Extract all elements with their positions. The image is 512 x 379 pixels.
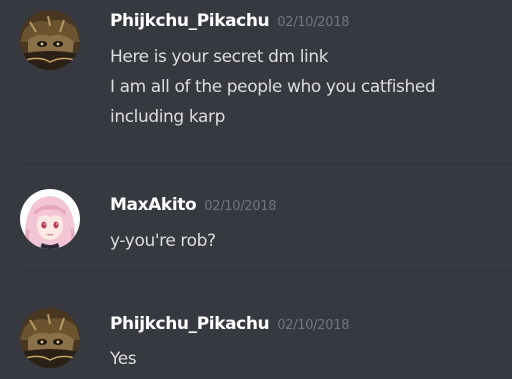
pink-hair-anime-girl-avatar-icon [20,189,80,249]
dark-anime-avatar-icon [20,10,80,70]
message-line: including karp [110,107,225,127]
user-avatar[interactable] [20,308,80,368]
message-group: Phijkchu_Pikachu 02/10/2018 Here is your … [0,0,512,164]
username[interactable]: MaxAkito [110,195,197,215]
message-header: Phijkchu_Pikachu 02/10/2018 [110,314,350,334]
message-group: Phijkchu_Pikachu 02/10/2018 Yes [0,271,512,379]
dark-anime-avatar-icon [20,308,80,368]
message-content: y-you're rob? [110,226,500,256]
message-header: Phijkchu_Pikachu 02/10/2018 [110,11,350,31]
username[interactable]: Phijkchu_Pikachu [110,314,270,334]
message-header: MaxAkito 02/10/2018 [110,195,276,215]
timestamp: 02/10/2018 [277,318,350,333]
message-content: Here is your secret dm link I am all of … [110,42,500,132]
message-line: y-you're rob? [110,231,216,251]
timestamp: 02/10/2018 [204,199,277,214]
message-group: MaxAkito 02/10/2018 y-you're rob? [0,165,512,270]
timestamp: 02/10/2018 [277,15,350,30]
username[interactable]: Phijkchu_Pikachu [110,11,270,31]
message-line: I am all of the people who you catfished [110,77,436,97]
chat-message-list: Phijkchu_Pikachu 02/10/2018 Here is your … [0,0,512,379]
message-line: Here is your secret dm link [110,47,329,67]
message-content: Yes [110,344,500,374]
user-avatar[interactable] [20,189,80,249]
user-avatar[interactable] [20,10,80,70]
message-line: Yes [110,349,137,369]
